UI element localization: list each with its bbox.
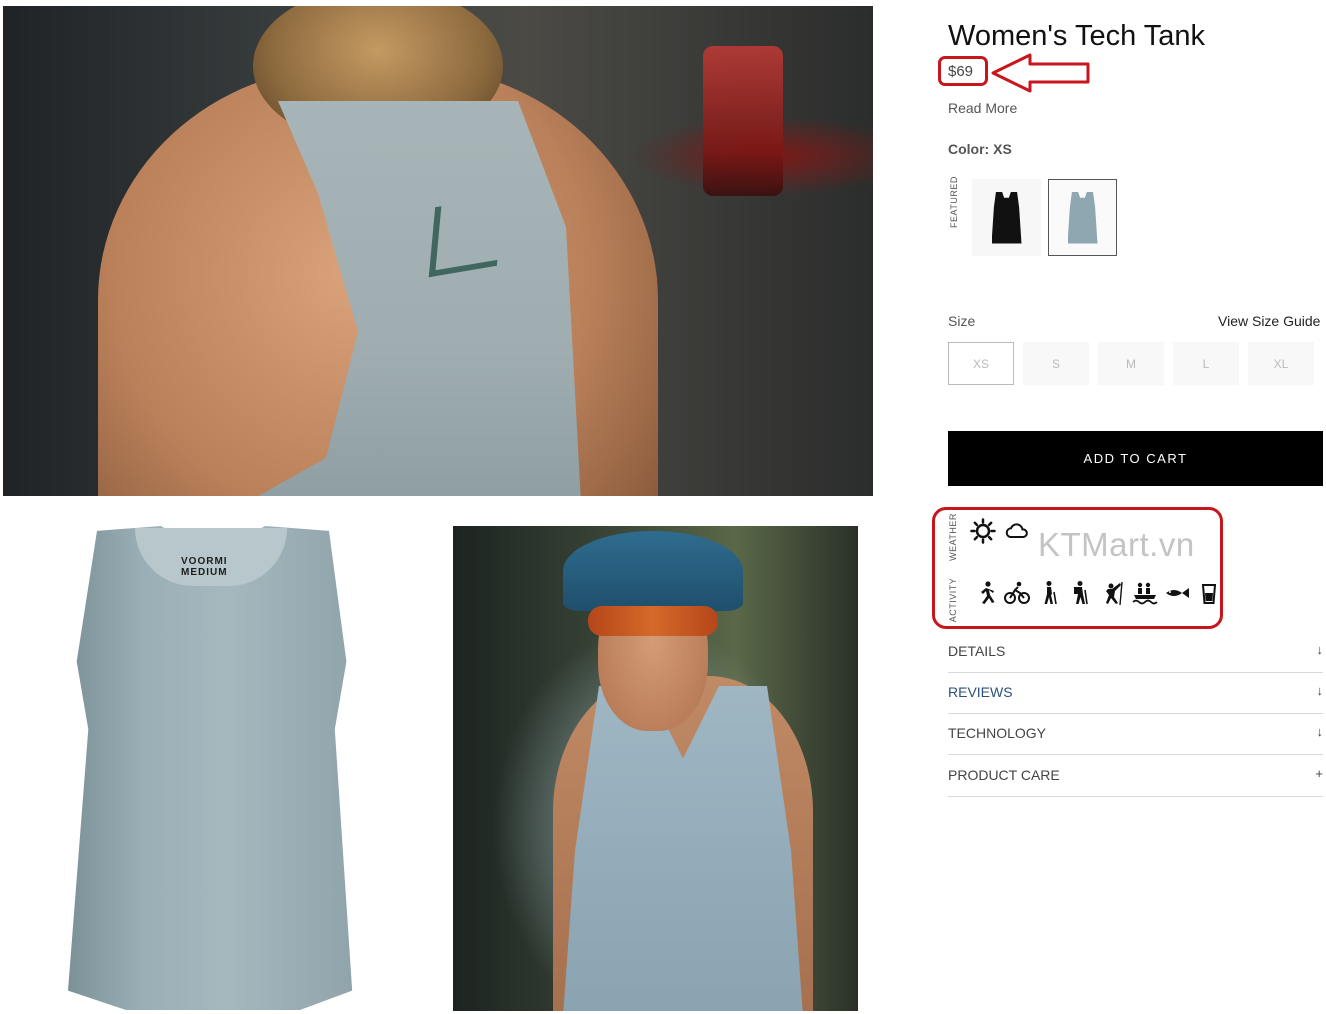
- size-option-xl[interactable]: XL: [1248, 342, 1314, 385]
- neck-label-size: MEDIUM: [181, 567, 228, 578]
- size-option-l[interactable]: L: [1173, 342, 1239, 385]
- accordion-product-care-label: PRODUCT CARE: [948, 767, 1060, 783]
- size-option-m[interactable]: M: [1098, 342, 1164, 385]
- weather-tag: WEATHER: [948, 513, 958, 561]
- plus-icon: +: [1315, 766, 1323, 781]
- walking-icon: [1044, 581, 1057, 605]
- lifestyle-photo[interactable]: [453, 526, 858, 1011]
- model-sunglasses: [588, 606, 718, 636]
- weather-icons: [970, 518, 1030, 544]
- climbing-icon: [1106, 581, 1123, 606]
- size-option-s[interactable]: S: [1023, 342, 1089, 385]
- accordion-technology[interactable]: TECHNOLOGY ↓: [948, 714, 1323, 755]
- truck-taillight: [703, 46, 783, 196]
- hero-photo[interactable]: [3, 6, 873, 496]
- price-annotation-box: [938, 56, 988, 86]
- size-label: Size: [948, 313, 976, 329]
- brand-logo-mark: [428, 195, 504, 278]
- size-guide-link[interactable]: View Size Guide: [1218, 313, 1320, 329]
- read-more-link[interactable]: Read More: [948, 100, 1017, 116]
- arrow-down-icon: ↓: [1316, 683, 1324, 698]
- hiking-icon: [1074, 581, 1088, 605]
- sun-icon: [970, 518, 996, 544]
- rafting-icon: [1132, 582, 1158, 605]
- product-title: Women's Tech Tank: [948, 20, 1206, 52]
- accordion-reviews-label: REVIEWS: [948, 684, 1013, 700]
- featured-tag: FEATURED: [949, 176, 959, 228]
- neck-label-brand: VOORMI: [181, 556, 228, 567]
- cloud-icon: [1005, 523, 1028, 538]
- accordion-product-care[interactable]: PRODUCT CARE +: [948, 756, 1323, 797]
- running-icon: [981, 581, 995, 604]
- arrow-down-icon: ↓: [1316, 724, 1324, 739]
- swatch-blue-image: [1067, 191, 1098, 244]
- watermark-text: KTMart.vn: [1038, 526, 1195, 563]
- swatch-light-blue[interactable]: [1048, 179, 1117, 256]
- drink-icon: [1201, 584, 1217, 604]
- accordion-reviews[interactable]: REVIEWS ↓: [948, 673, 1323, 714]
- product-photo[interactable]: VOORMI MEDIUM: [3, 526, 413, 1014]
- color-label: Color: XS: [948, 141, 1012, 157]
- fishing-icon: [1166, 588, 1189, 598]
- neck-label: VOORMI MEDIUM: [181, 556, 228, 578]
- activity-icons: [972, 580, 1222, 606]
- swatch-black[interactable]: [972, 179, 1041, 256]
- add-to-cart-button[interactable]: ADD TO CART: [948, 431, 1323, 486]
- swatch-black-image: [991, 191, 1022, 244]
- tank-flat: [68, 526, 353, 1010]
- accordion-details-label: DETAILS: [948, 643, 1006, 659]
- size-option-xs[interactable]: XS: [948, 342, 1014, 385]
- model-cap: [563, 531, 743, 611]
- activity-tag: ACTIVITY: [948, 577, 958, 623]
- annotation-arrow: [991, 53, 1090, 93]
- cycling-icon: [1004, 581, 1030, 604]
- accordion-details[interactable]: DETAILS ↓: [948, 632, 1323, 673]
- arrow-down-icon: ↓: [1316, 642, 1324, 657]
- accordion-technology-label: TECHNOLOGY: [948, 725, 1047, 741]
